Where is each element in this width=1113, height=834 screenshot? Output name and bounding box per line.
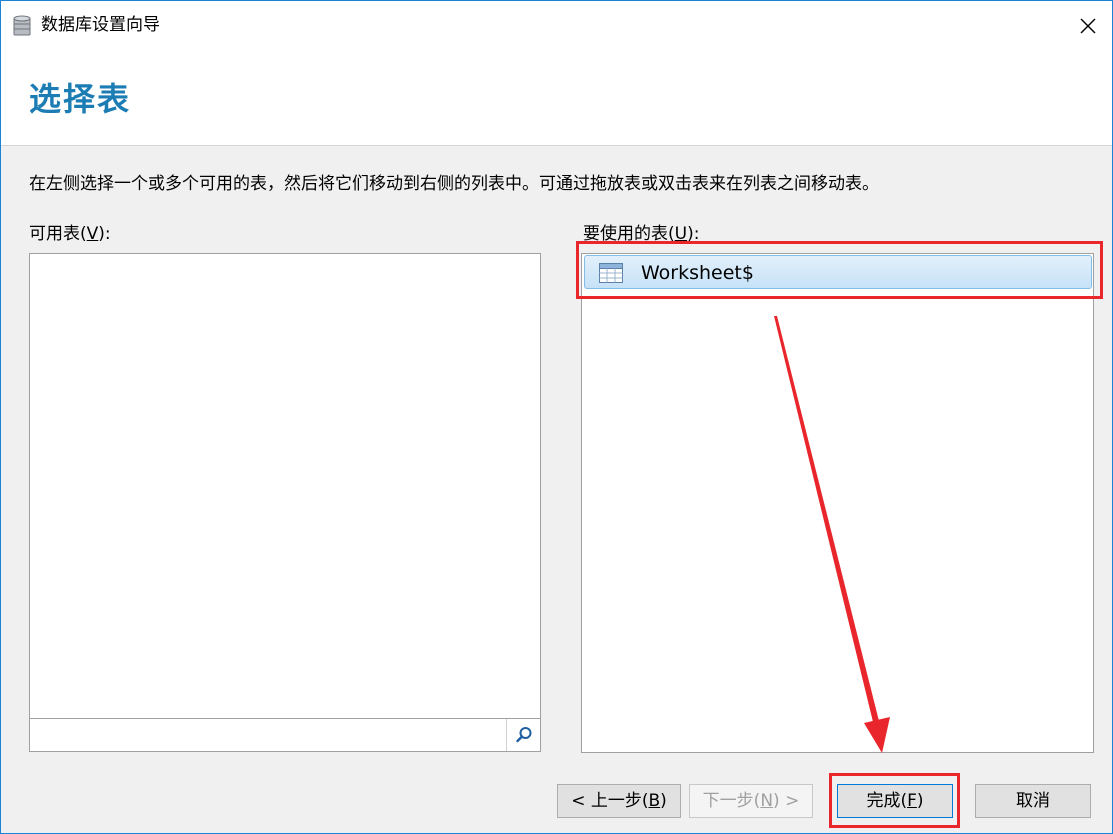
available-tables-list[interactable] xyxy=(29,253,541,719)
close-icon xyxy=(1080,18,1096,34)
table-search-input[interactable] xyxy=(30,719,506,751)
window-title: 数据库设置向导 xyxy=(41,15,160,35)
table-item-label: Worksheet$ xyxy=(641,262,754,284)
instruction-text: 在左侧选择一个或多个可用的表，然后将它们移动到右侧的列表中。可通过拖放表或双击表… xyxy=(29,174,879,194)
used-tables-label: 要使用的表(U): xyxy=(583,224,700,244)
finish-button[interactable]: 完成(F) xyxy=(837,784,953,818)
table-icon xyxy=(599,263,623,283)
page-title: 选择表 xyxy=(29,80,132,118)
available-tables-label: 可用表(V): xyxy=(29,224,111,244)
back-button[interactable]: < 上一步(B) xyxy=(557,784,681,818)
table-search-box xyxy=(29,718,541,752)
search-button[interactable] xyxy=(506,719,540,751)
close-button[interactable] xyxy=(1064,1,1112,51)
database-icon xyxy=(13,15,31,36)
list-item[interactable]: Worksheet$ xyxy=(584,255,1092,289)
cancel-button[interactable]: 取消 xyxy=(975,784,1091,818)
next-button[interactable]: 下一步(N) > xyxy=(689,784,813,818)
header-banner: 选择表 xyxy=(1,51,1112,146)
wizard-window: 数据库设置向导 选择表 在左侧选择一个或多个可用的表，然后将它们移动到右侧的列表… xyxy=(0,0,1113,834)
used-tables-list[interactable] xyxy=(581,253,1094,753)
search-icon xyxy=(515,727,531,743)
title-bar[interactable]: 数据库设置向导 xyxy=(1,1,1112,51)
